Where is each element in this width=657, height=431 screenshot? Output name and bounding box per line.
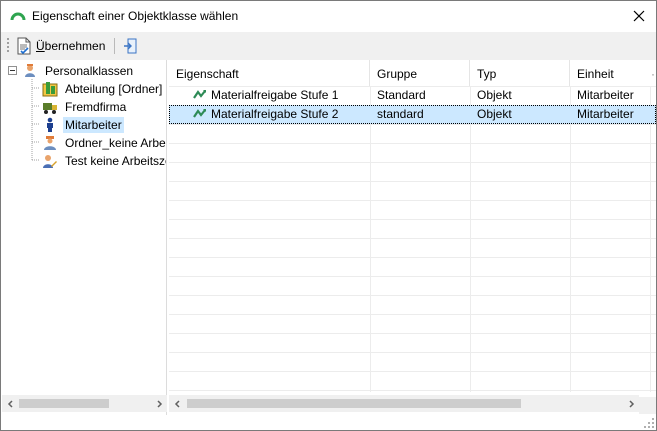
tree-item-root[interactable]: Personalklassen	[22, 62, 135, 80]
grid-horizontal-scrollbar[interactable]	[169, 395, 639, 412]
grid-header: Eigenschaft Gruppe Typ Einheit ·	[169, 60, 656, 86]
property-arrow-icon	[193, 109, 206, 118]
window-title: Eigenschaft einer Objektklasse wählen	[32, 9, 239, 23]
toolbar-separator	[114, 38, 115, 54]
apply-button[interactable]: Übernehmen	[16, 36, 105, 56]
chevron-right-icon	[628, 399, 634, 408]
scroll-right-button[interactable]	[622, 395, 639, 412]
tree-item-label: Ordner_keine Arbeit	[65, 136, 167, 150]
truck-icon	[43, 103, 57, 114]
property-grid[interactable]: Eigenschaft Gruppe Typ Einheit · Materia…	[169, 60, 656, 392]
tree-collapse-toggle[interactable]	[8, 66, 17, 75]
cell-einheit: Mitarbeiter	[577, 107, 634, 121]
tree-item-ordner-keine-arbeit[interactable]: Ordner_keine Arbeit	[42, 134, 167, 152]
tree-item-mitarbeiter[interactable]: Mitarbeiter	[42, 116, 124, 134]
cell-einheit: Mitarbeiter	[577, 88, 634, 102]
grid-lines	[169, 86, 656, 392]
apply-document-icon	[17, 37, 31, 55]
user-pencil-icon	[43, 155, 57, 168]
tree-item-label: Test keine Arbeitsze	[65, 154, 167, 168]
exit-door-icon[interactable]	[123, 38, 137, 54]
resize-grip-icon[interactable]	[644, 418, 654, 428]
scroll-right-button[interactable]	[150, 395, 167, 412]
tree-item-label: Abteilung [Ordner]	[65, 82, 163, 96]
tree-item-fremdfirma[interactable]: Fremdfirma	[42, 98, 128, 116]
column-header-overflow: ·	[651, 67, 655, 81]
close-button[interactable]	[622, 1, 656, 31]
toolbar: Übernehmen	[1, 32, 656, 60]
cell-gruppe: Standard	[377, 88, 426, 102]
dialog-window: Eigenschaft einer Objektklasse wählen Üb…	[0, 0, 657, 431]
cell-typ: Objekt	[477, 107, 512, 121]
tree-item-label: Personalklassen	[45, 64, 134, 78]
column-header-typ[interactable]: Typ	[470, 60, 570, 86]
people-group-icon	[25, 64, 35, 77]
app-arc-icon	[10, 12, 26, 21]
property-arrow-icon	[193, 90, 206, 99]
title-bar: Eigenschaft einer Objektklasse wählen	[1, 1, 656, 31]
cell-eigenschaft: Materialfreigabe Stufe 1	[169, 86, 370, 105]
scroll-thumb[interactable]	[19, 399, 109, 408]
toolbar-grip[interactable]	[7, 38, 10, 54]
scroll-left-button[interactable]	[169, 395, 186, 412]
cell-gruppe: standard	[377, 107, 424, 121]
scroll-left-button[interactable]	[2, 395, 19, 412]
chevron-right-icon	[156, 399, 162, 408]
column-header-einheit[interactable]: Einheit	[570, 60, 650, 86]
scrollbar-corner	[639, 397, 656, 414]
department-folder-icon	[42, 82, 58, 97]
tree-item-label: Mitarbeiter	[63, 117, 124, 133]
chevron-left-icon	[7, 399, 13, 408]
column-header-eigenschaft[interactable]: Eigenschaft	[169, 60, 370, 86]
cell-typ: Objekt	[477, 88, 512, 102]
table-row-selected[interactable]: Materialfreigabe Stufe 2 standard Objekt…	[169, 105, 656, 124]
person-icon	[47, 117, 53, 132]
apply-button-label: Übernehmen	[36, 39, 106, 53]
close-icon	[633, 10, 645, 22]
cell-eigenschaft: Materialfreigabe Stufe 2	[169, 105, 370, 124]
column-header-gruppe[interactable]: Gruppe	[370, 60, 470, 86]
table-row[interactable]: Materialfreigabe Stufe 1 Standard Objekt…	[169, 86, 656, 105]
tree-horizontal-scrollbar[interactable]	[2, 395, 167, 412]
chevron-left-icon	[174, 399, 180, 408]
tree-item-label: Fremdfirma	[65, 100, 127, 114]
tree-item-abteilung[interactable]: Abteilung [Ordner]	[42, 80, 164, 98]
scroll-thumb[interactable]	[187, 399, 521, 408]
class-tree[interactable]: Personalklassen Abteilung [Ordner] Fremd…	[2, 60, 167, 415]
worker-icon	[44, 136, 56, 150]
tree-item-test-keine-arbeitsze[interactable]: Test keine Arbeitsze	[42, 152, 167, 170]
